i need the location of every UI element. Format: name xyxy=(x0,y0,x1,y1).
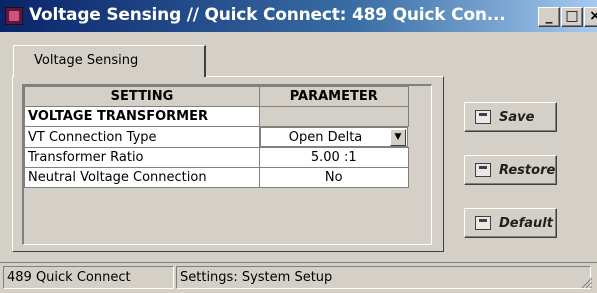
restore-icon xyxy=(475,163,491,177)
header-row: SETTING PARAMETER xyxy=(24,86,409,107)
save-button[interactable]: Save xyxy=(464,102,557,132)
restore-button[interactable]: Restore xyxy=(464,155,557,185)
column-header-parameter: PARAMETER xyxy=(259,86,409,107)
settings-table: SETTING PARAMETER VOLTAGE TRANSFORMER VT… xyxy=(24,86,409,188)
vt-connection-type-select[interactable]: Open Delta ▼ xyxy=(260,127,408,147)
chevron-down-icon[interactable]: ▼ xyxy=(390,128,406,146)
status-bar: 489 Quick Connect Settings: System Setup xyxy=(0,262,597,293)
minimize-button[interactable]: _ xyxy=(538,7,560,27)
setting-label: Transformer Ratio xyxy=(24,147,260,168)
title-bar[interactable]: Voltage Sensing // Quick Connect: 489 Qu… xyxy=(0,0,597,32)
default-button-label: Default xyxy=(499,215,553,231)
transformer-ratio-field[interactable]: 5.00 :1 xyxy=(259,147,409,168)
settings-grid: SETTING PARAMETER VOLTAGE TRANSFORMER VT… xyxy=(22,84,432,245)
default-button[interactable]: Default xyxy=(464,208,557,238)
close-button[interactable]: × xyxy=(584,7,597,27)
default-icon xyxy=(475,216,491,230)
relay-app-icon[interactable] xyxy=(5,7,23,25)
table-row[interactable]: VT Connection Type Open Delta ▼ xyxy=(24,126,408,148)
resize-grip-icon[interactable] xyxy=(580,276,593,289)
column-header-setting: SETTING xyxy=(24,86,260,107)
select-value: Open Delta xyxy=(288,129,363,145)
table-row[interactable]: Neutral Voltage Connection No xyxy=(24,167,409,188)
maximize-button[interactable]: □ xyxy=(561,7,583,27)
window-title: Voltage Sensing // Quick Connect: 489 Qu… xyxy=(29,5,506,25)
save-icon xyxy=(475,110,491,124)
status-device: 489 Quick Connect xyxy=(3,266,174,289)
table-row[interactable]: Transformer Ratio 5.00 :1 xyxy=(24,147,409,168)
section-blank-cell xyxy=(259,106,409,127)
section-row: VOLTAGE TRANSFORMER xyxy=(24,106,409,127)
save-button-label: Save xyxy=(499,109,535,125)
setting-label: VT Connection Type xyxy=(24,126,260,148)
status-path: Settings: System Setup xyxy=(176,266,591,289)
setting-label: Neutral Voltage Connection xyxy=(24,167,260,188)
restore-button-label: Restore xyxy=(499,162,556,178)
section-title: VOLTAGE TRANSFORMER xyxy=(24,106,260,127)
tab-voltage-sensing[interactable]: Voltage Sensing xyxy=(13,45,206,77)
neutral-voltage-connection-field[interactable]: No xyxy=(259,167,409,188)
